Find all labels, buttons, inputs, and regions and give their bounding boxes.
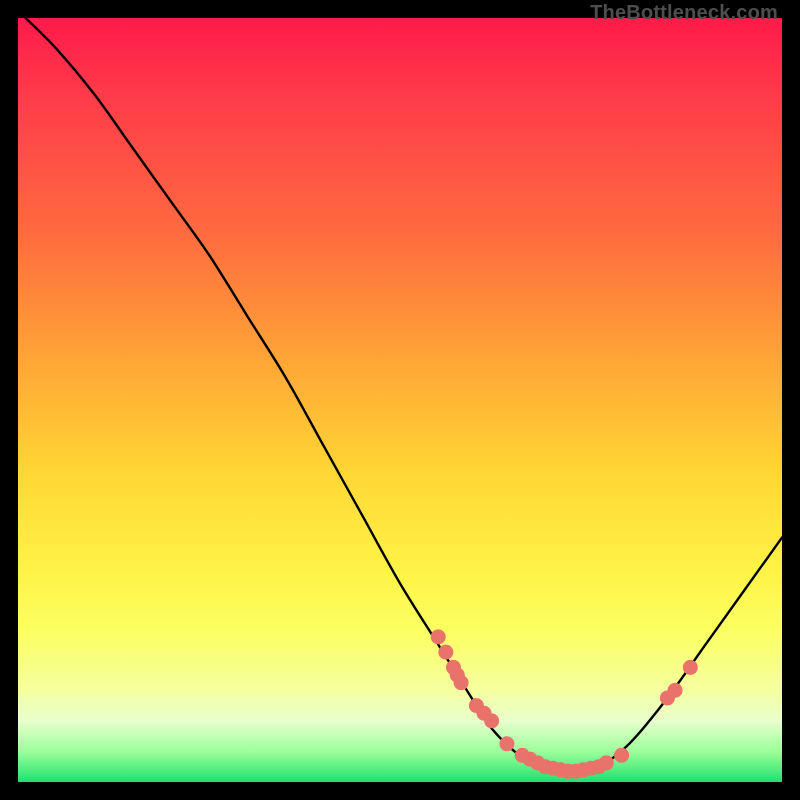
curve-marker [683,660,698,675]
curve-marker [614,748,629,763]
curve-marker [668,683,683,698]
chart-svg [18,18,782,782]
curve-marker [499,736,514,751]
curve-marker [599,755,614,770]
bottleneck-curve [26,18,782,774]
curve-marker [431,629,446,644]
attribution-text: TheBottleneck.com [590,2,778,25]
curve-markers [431,629,698,778]
curve-marker [454,675,469,690]
chart-plot-area [18,18,782,782]
curve-marker [438,645,453,660]
curve-marker [484,713,499,728]
